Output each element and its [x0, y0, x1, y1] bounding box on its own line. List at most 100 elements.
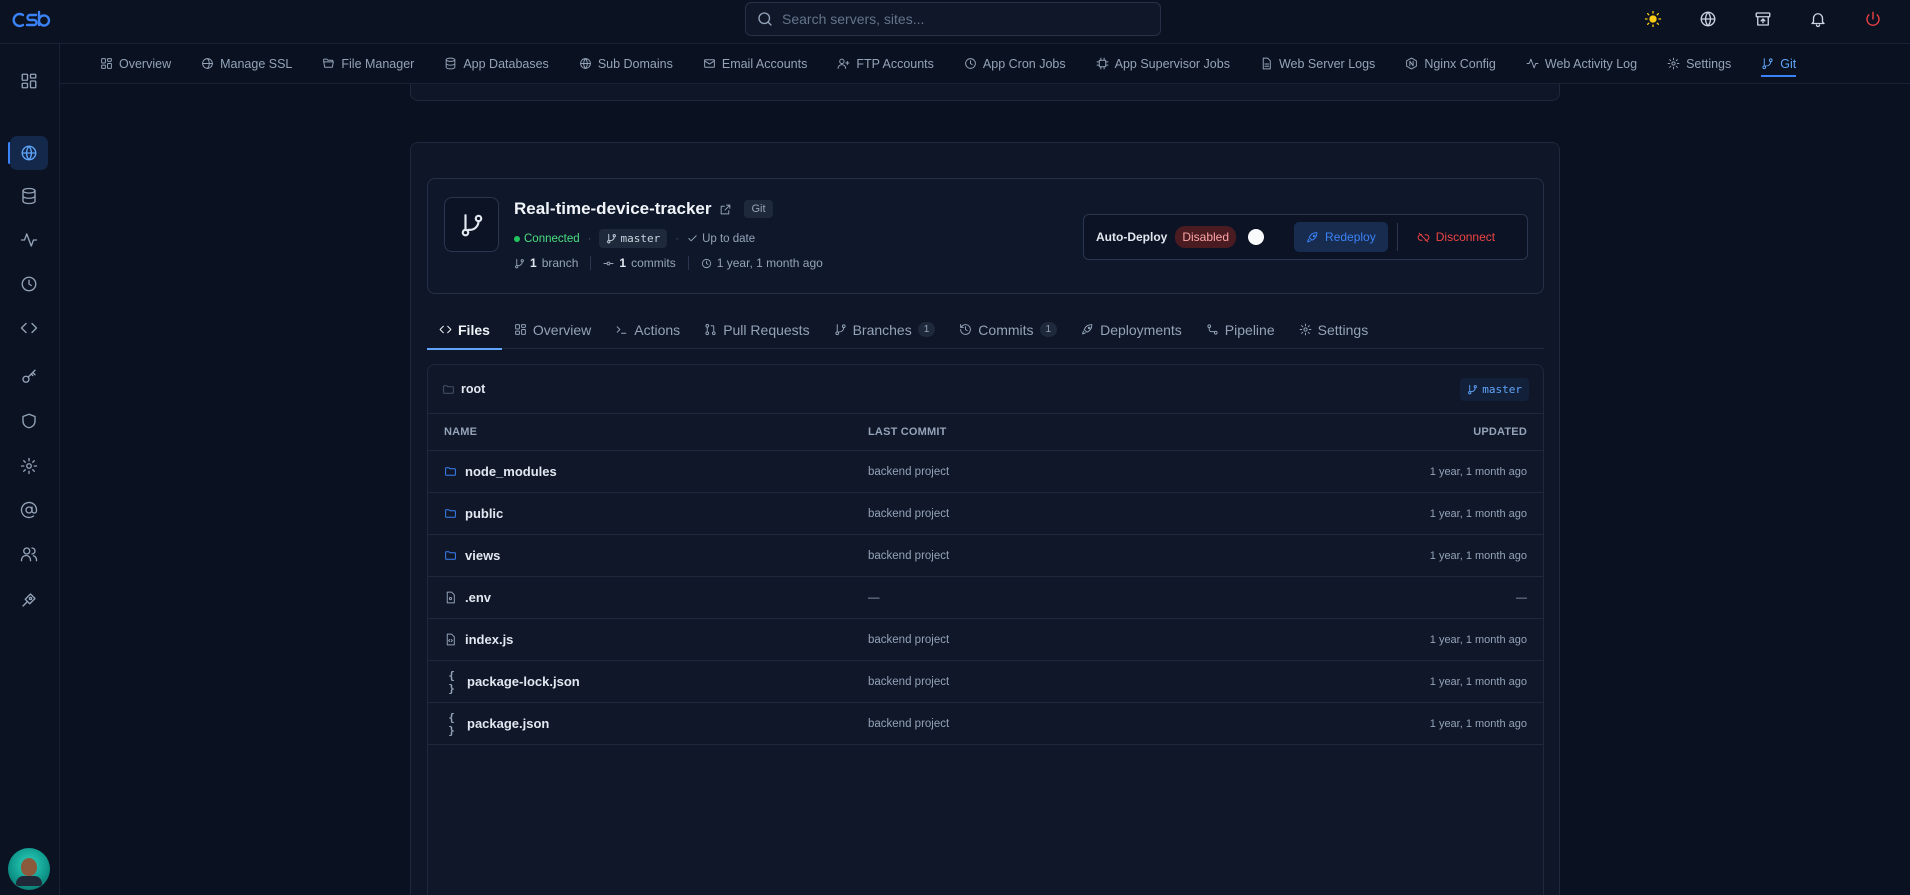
tab-deployments[interactable]: Deployments	[1069, 311, 1194, 349]
sidebar-keys[interactable]	[10, 360, 48, 394]
sidebar-security[interactable]	[10, 404, 48, 438]
nav-label: FTP Accounts	[856, 56, 934, 71]
table-row[interactable]: node_modules backend project 1 year, 1 m…	[428, 451, 1543, 493]
redeploy-button[interactable]: Redeploy	[1294, 222, 1388, 252]
separator: ·	[587, 232, 592, 245]
table-row[interactable]: { } package-lock.json backend project 1 …	[428, 661, 1543, 703]
nav-label: Sub Domains	[597, 56, 673, 71]
last-commit: backend project	[868, 675, 950, 688]
tab-label: Overview	[532, 321, 592, 338]
nav-sub-domains[interactable]: Sub Domains	[579, 44, 673, 84]
nav-email-accounts[interactable]: Email Accounts	[703, 44, 807, 84]
app-logo[interactable]	[12, 9, 54, 31]
power-icon[interactable]	[1864, 10, 1882, 28]
search-bar[interactable]	[745, 2, 1161, 36]
tab-commits[interactable]: Commits 1	[947, 311, 1069, 349]
activity-icon	[1526, 57, 1539, 70]
at-sign-icon	[20, 501, 38, 519]
breadcrumb[interactable]: root	[442, 382, 485, 396]
code-file-icon	[444, 633, 457, 646]
sun-icon[interactable]	[1644, 10, 1662, 28]
branch-selector[interactable]: master	[1460, 377, 1529, 401]
sidebar-databases[interactable]	[10, 179, 48, 213]
branch-count-label: branch	[541, 256, 579, 270]
search-input[interactable]	[782, 11, 1142, 27]
git-branch-icon	[1761, 57, 1774, 70]
code-icon	[439, 323, 452, 336]
git-commit-icon	[603, 258, 614, 269]
nav-app-supervisor-jobs[interactable]: App Supervisor Jobs	[1096, 44, 1230, 84]
table-row[interactable]: index.js backend project 1 year, 1 month…	[428, 619, 1543, 661]
nav-label: App Cron Jobs	[982, 56, 1066, 71]
sidebar-monitoring[interactable]	[10, 223, 48, 257]
updated-time: —	[1516, 591, 1527, 604]
last-commit: backend project	[868, 465, 950, 478]
sidebar-email[interactable]	[10, 493, 48, 527]
tab-branches[interactable]: Branches 1	[822, 311, 948, 349]
sidebar-sites[interactable]	[10, 136, 48, 170]
sidebar-code[interactable]	[10, 311, 48, 345]
tab-files[interactable]: Files	[427, 311, 502, 350]
updated-time: 1 year, 1 month ago	[1429, 507, 1527, 520]
nav-label: App Supervisor Jobs	[1114, 56, 1230, 71]
nav-file-manager[interactable]: File Manager	[322, 44, 414, 84]
globe-icon[interactable]	[1699, 10, 1717, 28]
archive-icon[interactable]	[1754, 10, 1772, 28]
nav-app-databases[interactable]: App Databases	[444, 44, 549, 84]
provider-badge: Git	[744, 200, 773, 218]
sidebar-cron[interactable]	[10, 267, 48, 301]
auto-deploy-toggle[interactable]	[1248, 228, 1283, 246]
commit-count: 1 commits	[591, 256, 689, 270]
sidebar-settings[interactable]	[10, 449, 48, 483]
table-row[interactable]: public backend project 1 year, 1 month a…	[428, 493, 1543, 535]
table-row[interactable]: .env — —	[428, 577, 1543, 619]
tab-pull-requests[interactable]: Pull Requests	[692, 311, 821, 349]
sync-status: Up to date	[687, 233, 755, 245]
tab-settings[interactable]: Settings	[1287, 311, 1381, 349]
sidebar-dashboard[interactable]	[10, 64, 48, 98]
file-name: public	[465, 506, 504, 521]
clock-icon	[964, 57, 977, 70]
nav-git[interactable]: Git	[1761, 44, 1796, 84]
nav-label: App Databases	[463, 56, 549, 71]
code-icon	[20, 319, 38, 337]
file-name: views	[465, 548, 501, 563]
git-branch-icon	[514, 258, 525, 269]
users-icon	[20, 545, 38, 563]
nav-manage-ssl[interactable]: Manage SSL	[201, 44, 292, 84]
external-link-icon[interactable]	[719, 203, 732, 216]
globe-icon	[579, 57, 592, 70]
check-icon	[687, 233, 698, 244]
branch-selector-label: master	[1482, 382, 1522, 396]
shield-icon	[20, 412, 38, 430]
sidebar-deploy[interactable]	[10, 583, 48, 617]
bell-icon[interactable]	[1809, 10, 1827, 28]
nav-nginx-config[interactable]: Nginx Config	[1405, 44, 1496, 84]
tab-overview[interactable]: Overview	[502, 311, 603, 349]
nav-ftp-accounts[interactable]: FTP Accounts	[837, 44, 934, 84]
table-row[interactable]: { } package.json backend project 1 year,…	[428, 703, 1543, 745]
disconnect-button[interactable]: Disconnect	[1407, 222, 1505, 252]
updated-time: 1 year, 1 month ago	[1429, 675, 1527, 688]
nav-settings[interactable]: Settings	[1667, 44, 1731, 84]
file-name: package-lock.json	[467, 674, 580, 689]
avatar[interactable]	[8, 848, 50, 890]
git-branch-icon	[834, 323, 847, 336]
table-row[interactable]: views backend project 1 year, 1 month ag…	[428, 535, 1543, 577]
auto-deploy-status-badge: Disabled	[1175, 226, 1237, 248]
tab-actions[interactable]: Actions	[603, 311, 692, 349]
sidebar-users[interactable]	[10, 537, 48, 571]
json-file-icon: { }	[448, 710, 455, 737]
terminal-icon	[615, 323, 628, 336]
nav-app-cron-jobs[interactable]: App Cron Jobs	[964, 44, 1066, 84]
unlink-icon	[1417, 231, 1430, 244]
search-icon	[756, 10, 774, 28]
grid-icon	[514, 323, 527, 336]
nav-web-activity-log[interactable]: Web Activity Log	[1526, 44, 1637, 84]
breadcrumb-root: root	[461, 382, 486, 396]
globe-icon	[20, 144, 38, 162]
nav-web-server-logs[interactable]: Web Server Logs	[1260, 44, 1375, 84]
file-text-icon	[1260, 57, 1273, 70]
nav-overview[interactable]: Overview	[100, 44, 171, 84]
tab-pipeline[interactable]: Pipeline	[1194, 311, 1287, 349]
